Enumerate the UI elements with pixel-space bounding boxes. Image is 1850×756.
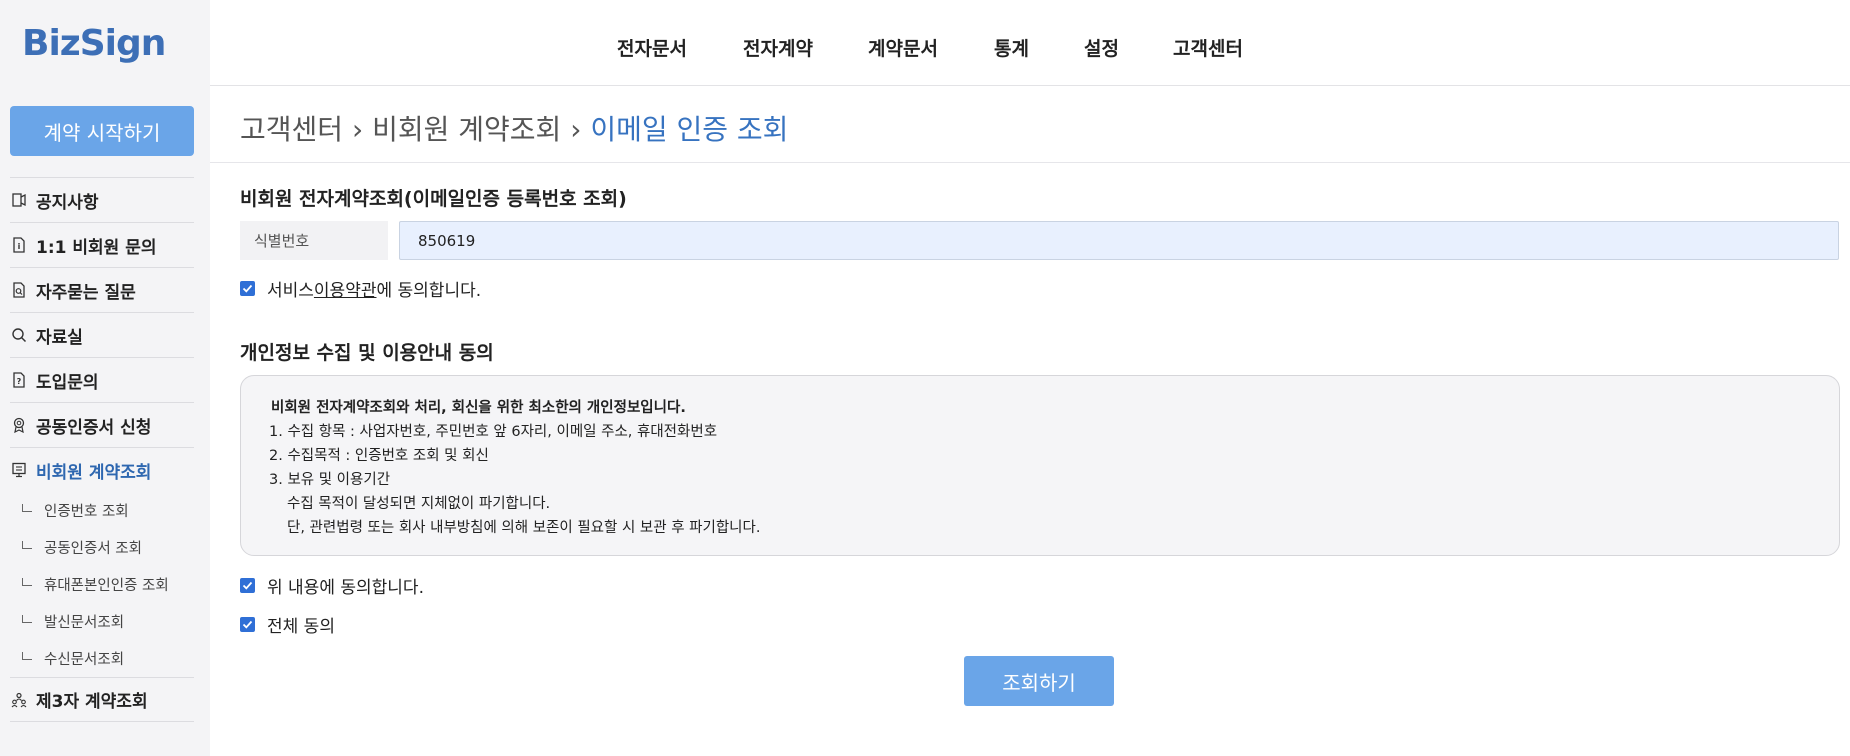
sidebar-item-label: 비회원 계약조회 bbox=[36, 462, 152, 483]
svg-text:i: i bbox=[18, 242, 21, 251]
terms-agree-row: 서비스 이용약관 에 동의합니다. bbox=[240, 276, 481, 301]
sidebar-subitem-phone-auth[interactable]: 휴대폰본인인증 조회 bbox=[10, 566, 194, 603]
privacy-agree-checkbox[interactable] bbox=[240, 578, 255, 593]
sidebar-item-label: 자주묻는 질문 bbox=[36, 282, 136, 303]
sidebar-item-guest-contract[interactable]: 비회원 계약조회 bbox=[10, 447, 194, 492]
sidebar-menu: 공지사항 i 1:1 비회원 문의 자주묻는 질문 자료실 ? 도입문의 공동인… bbox=[0, 177, 194, 722]
sidebar-item-inquiry[interactable]: i 1:1 비회원 문의 bbox=[10, 222, 194, 267]
privacy-agree-label: 위 내용에 동의합니다. bbox=[267, 578, 424, 598]
breadcrumb-guest-contract[interactable]: 비회원 계약조회 bbox=[372, 113, 561, 146]
sidebar-subitem-sent-docs[interactable]: 발신문서조회 bbox=[10, 603, 194, 640]
sidebar-subitem-label: 수신문서조회 bbox=[44, 652, 125, 668]
monitor-icon bbox=[10, 461, 28, 479]
id-number-label: 식별번호 bbox=[240, 221, 388, 260]
privacy-line: 2. 수집목적 : 인증번호 조회 및 회신 bbox=[269, 448, 489, 464]
breadcrumb-customer-center[interactable]: 고객센터 bbox=[240, 113, 343, 146]
nav-electronic-contracts[interactable]: 전자계약 bbox=[743, 34, 813, 61]
nav-statistics[interactable]: 통계 bbox=[994, 34, 1029, 61]
nav-customer-center[interactable]: 고객센터 bbox=[1173, 34, 1243, 61]
top-navigation: 전자문서 전자계약 계약문서 통계 설정 고객센터 bbox=[210, 0, 1850, 86]
faq-icon bbox=[10, 281, 28, 299]
sidebar: BizSign 계약 시작하기 공지사항 i 1:1 비회원 문의 자주묻는 질… bbox=[0, 0, 210, 756]
sidebar-item-faq[interactable]: 자주묻는 질문 bbox=[10, 267, 194, 312]
sidebar-item-label: 도입문의 bbox=[36, 372, 99, 393]
svg-text:?: ? bbox=[17, 377, 22, 386]
breadcrumb: 고객센터 › 비회원 계약조회 › 이메일 인증 조회 bbox=[240, 108, 788, 148]
terms-suffix: 에 동의합니다. bbox=[376, 281, 482, 301]
sidebar-item-library[interactable]: 자료실 bbox=[10, 312, 194, 357]
bizsign-logo[interactable]: BizSign bbox=[0, 0, 210, 86]
divider bbox=[210, 162, 1850, 163]
terms-link[interactable]: 이용약관 bbox=[314, 276, 377, 301]
sidebar-subitem-label: 공동인증서 조회 bbox=[44, 541, 142, 557]
certificate-icon bbox=[10, 416, 28, 434]
tree-bullet-icon bbox=[22, 651, 32, 660]
privacy-line: 3. 보유 및 이용기간 bbox=[269, 472, 391, 488]
tree-bullet-icon bbox=[22, 503, 32, 512]
nav-electronic-documents[interactable]: 전자문서 bbox=[617, 34, 687, 61]
sidebar-subitem-certificate[interactable]: 공동인증서 조회 bbox=[10, 529, 194, 566]
breadcrumb-separator: › bbox=[351, 113, 364, 146]
tree-bullet-icon bbox=[22, 540, 32, 549]
tree-bullet-icon bbox=[22, 614, 32, 623]
sidebar-item-label: 1:1 비회원 문의 bbox=[36, 237, 157, 258]
id-number-input[interactable] bbox=[399, 221, 1839, 260]
privacy-line: 수집 목적이 달성되면 지체없이 파기합니다. bbox=[287, 496, 551, 512]
document-question-icon: ? bbox=[10, 371, 28, 389]
sidebar-subitem-auth-number[interactable]: 인증번호 조회 bbox=[10, 492, 194, 529]
sidebar-item-label: 자료실 bbox=[36, 327, 83, 348]
privacy-agree-row: 위 내용에 동의합니다. bbox=[240, 573, 424, 598]
sidebar-subitem-label: 인증번호 조회 bbox=[44, 504, 129, 520]
nav-contract-documents[interactable]: 계약문서 bbox=[868, 34, 938, 61]
breadcrumb-current: 이메일 인증 조회 bbox=[590, 113, 789, 146]
sidebar-item-third-party[interactable]: 제3자 계약조회 bbox=[10, 677, 194, 722]
sidebar-item-label: 제3자 계약조회 bbox=[36, 692, 148, 712]
notice-icon bbox=[10, 191, 28, 209]
sidebar-item-label: 공동인증서 신청 bbox=[36, 417, 152, 438]
privacy-title: 개인정보 수집 및 이용안내 동의 bbox=[240, 342, 494, 364]
people-icon bbox=[10, 691, 28, 709]
terms-checkbox[interactable] bbox=[240, 281, 255, 296]
sidebar-subitem-label: 휴대폰본인인증 조회 bbox=[44, 578, 169, 594]
agree-all-row: 전체 동의 bbox=[240, 612, 335, 637]
nav-settings[interactable]: 설정 bbox=[1084, 34, 1119, 61]
agree-all-label: 전체 동의 bbox=[267, 617, 335, 637]
terms-prefix: 서비스 bbox=[267, 281, 314, 301]
privacy-box-title: 비회원 전자계약조회와 처리, 회신을 위한 최소한의 개인정보입니다. bbox=[271, 400, 686, 416]
tree-bullet-icon bbox=[22, 577, 32, 586]
search-button[interactable]: 조회하기 bbox=[964, 656, 1114, 706]
search-icon bbox=[10, 326, 28, 344]
form-title: 비회원 전자계약조회(이메일인증 등록번호 조회) bbox=[240, 188, 627, 210]
sidebar-item-notice[interactable]: 공지사항 bbox=[10, 177, 194, 222]
sidebar-item-label: 공지사항 bbox=[36, 192, 99, 213]
privacy-line: 1. 수집 항목 : 사업자번호, 주민번호 앞 6자리, 이메일 주소, 휴대… bbox=[269, 424, 718, 440]
start-contract-button[interactable]: 계약 시작하기 bbox=[10, 106, 194, 156]
sidebar-item-adoption[interactable]: ? 도입문의 bbox=[10, 357, 194, 402]
privacy-line: 단, 관련법령 또는 회사 내부방침에 의해 보존이 필요할 시 보관 후 파기… bbox=[287, 520, 761, 536]
privacy-notice-box: 비회원 전자계약조회와 처리, 회신을 위한 최소한의 개인정보입니다. 1. … bbox=[240, 375, 1840, 556]
breadcrumb-separator: › bbox=[570, 113, 582, 146]
sidebar-subitem-label: 발신문서조회 bbox=[44, 615, 125, 631]
inquiry-icon: i bbox=[10, 236, 28, 254]
sidebar-subitem-received-docs[interactable]: 수신문서조회 bbox=[10, 640, 194, 677]
sidebar-item-certificate[interactable]: 공동인증서 신청 bbox=[10, 402, 194, 447]
agree-all-checkbox[interactable] bbox=[240, 617, 255, 632]
